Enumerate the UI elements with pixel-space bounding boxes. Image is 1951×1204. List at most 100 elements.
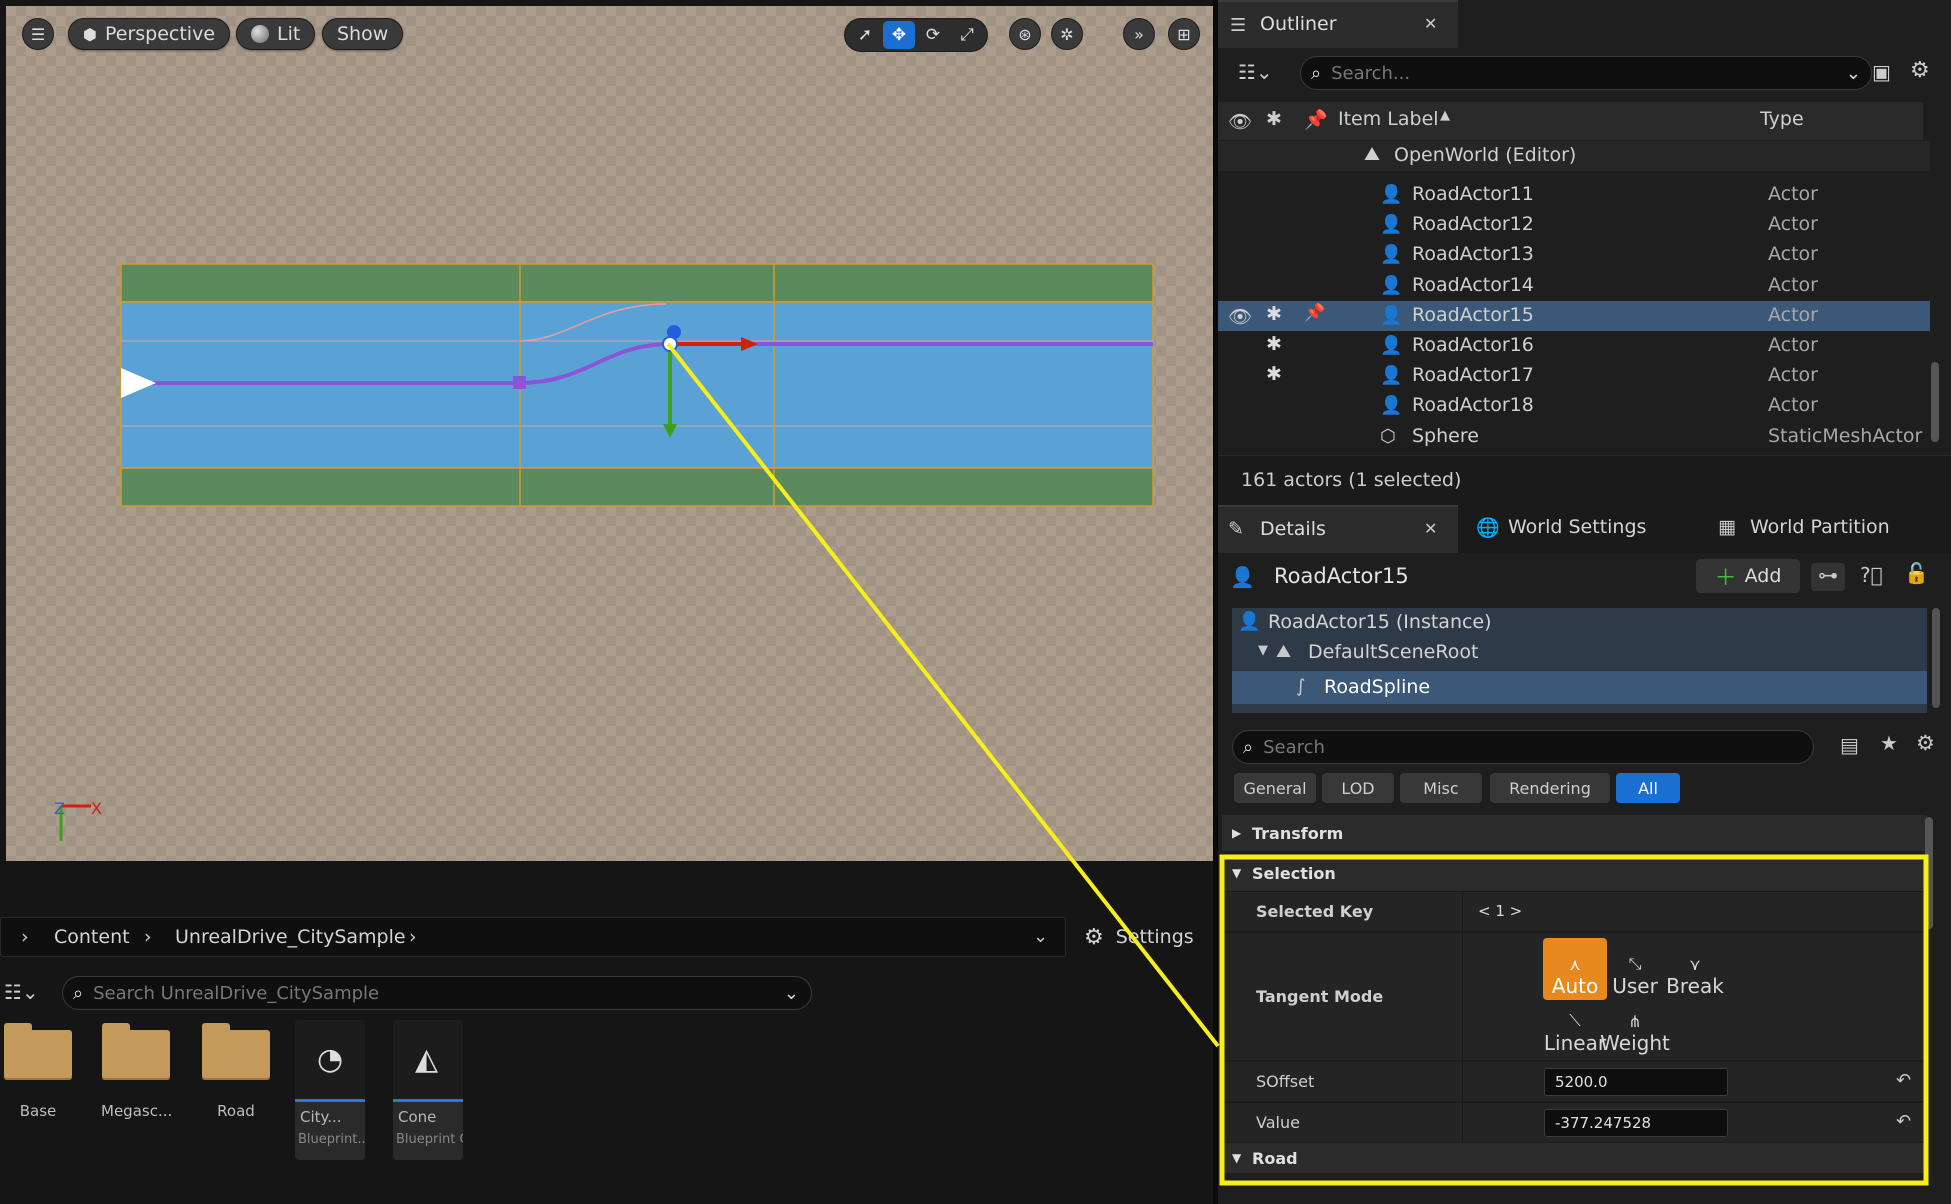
chevron-down-icon[interactable]: ⌄ (784, 983, 799, 1004)
category-rendering-button[interactable]: Rendering (1490, 773, 1610, 803)
star-icon[interactable]: ✱ (1266, 303, 1282, 325)
details-scrollbar[interactable] (1925, 817, 1933, 929)
scale-tool-icon[interactable]: ⤢ (951, 21, 983, 49)
outliner-search-input[interactable]: ⌕ Search... ⌄ (1300, 56, 1872, 90)
tree-collapse-icon[interactable]: ▼ (1258, 643, 1268, 658)
folder-item[interactable]: Base (3, 1020, 73, 1120)
tangent-user-button[interactable]: ⤡ User (1603, 938, 1667, 1000)
panel-splitter[interactable] (1213, 0, 1218, 1204)
snap-settings-button[interactable]: ✲ (1051, 18, 1083, 50)
selection-section-header[interactable]: ▼ Selection (1222, 855, 1927, 891)
visibility-column-icon[interactable]: 👁 (1228, 110, 1252, 133)
tangent-weight-button[interactable]: ⋔ Weight (1600, 995, 1670, 1057)
component-tree-scrollbar[interactable] (1932, 608, 1940, 708)
road-section-header[interactable]: ▼ Road (1222, 1143, 1927, 1173)
outliner-row[interactable]: 👤 RoadActor14 Actor (1218, 271, 1930, 301)
tangent-auto-button[interactable]: ⋏ Auto (1543, 938, 1607, 1000)
rotate-tool-icon[interactable]: ⟳ (917, 21, 949, 49)
table-view-icon[interactable]: ▤ (1840, 733, 1859, 757)
more-options-button[interactable]: » (1123, 18, 1155, 50)
road-scene[interactable]: Z X (6, 6, 1213, 861)
filter-icon[interactable]: ☷⌄ (1238, 60, 1273, 84)
soffset-input[interactable]: 5200.0 (1544, 1068, 1728, 1096)
close-icon[interactable]: ✕ (1424, 519, 1437, 538)
outliner-tab[interactable]: ☰ Outliner ✕ (1218, 0, 1458, 48)
outliner-row[interactable]: 👤 RoadActor11 Actor (1218, 180, 1930, 210)
category-misc-button[interactable]: Misc (1400, 773, 1482, 803)
add-component-button[interactable]: ＋ Add (1696, 559, 1800, 593)
tab-details[interactable]: ✎ Details ✕ (1218, 505, 1458, 553)
select-tool-icon[interactable]: ➚ (849, 21, 881, 49)
gear-icon: ⚙ (1084, 924, 1104, 950)
value-input[interactable]: -377.247528 (1544, 1109, 1728, 1137)
component-instance[interactable]: 👤 RoadActor15 (Instance) (1232, 608, 1927, 638)
close-icon[interactable]: ✕ (1424, 14, 1437, 33)
type-column[interactable]: Type (1760, 108, 1804, 130)
world-row[interactable]: ⛰ OpenWorld (Editor) (1218, 141, 1930, 171)
help-icon[interactable]: ?⃝ (1860, 563, 1883, 587)
folder-item[interactable]: Megasc... (101, 1020, 172, 1120)
visibility-icon[interactable]: 👁 (1228, 305, 1252, 328)
star-icon[interactable]: ✱ (1266, 333, 1282, 355)
outliner-row[interactable]: 👁 📌 ✱ 👤 RoadActor15 Actor (1218, 300, 1930, 331)
show-button[interactable]: Show (322, 18, 404, 50)
level-viewport[interactable]: Z X ☰ ⬢ Perspective Lit Show ➚ ✥ ⟳ ⤢ ⊛ ✲ (6, 6, 1213, 861)
content-search-input[interactable]: ⌕ Search UnrealDrive_CitySample ⌄ (62, 976, 812, 1010)
category-general-button[interactable]: General (1234, 773, 1316, 803)
asset-tile[interactable]: ◭ Cone Blueprint C... (393, 1020, 463, 1160)
pin-icon[interactable]: 📌 (1304, 303, 1325, 323)
outliner-row[interactable]: ✱ 👤 RoadActor16 Actor (1218, 331, 1930, 361)
perspective-button[interactable]: ⬢ Perspective (68, 18, 231, 50)
settings-button[interactable]: ⚙ Settings (1084, 917, 1208, 957)
outliner-status-bar: 161 actors (1 selected) (1218, 455, 1951, 505)
asset-tile[interactable]: ◔ City... Blueprint... (295, 1020, 365, 1160)
reset-icon[interactable]: ↶ (1896, 1111, 1911, 1132)
breadcrumb-content[interactable]: Content (54, 926, 130, 948)
outliner-scrollbar[interactable] (1931, 362, 1939, 442)
tangent-auto-icon: ⋏ (1569, 955, 1581, 974)
outliner-row[interactable]: 👤 RoadActor13 Actor (1218, 240, 1930, 270)
favorites-star-icon[interactable]: ★ (1880, 731, 1898, 755)
component-road-spline[interactable]: ∫ RoadSpline (1232, 671, 1927, 704)
star-column-icon[interactable]: ✱ (1266, 108, 1282, 130)
reset-icon[interactable]: ↶ (1896, 1070, 1911, 1091)
axis-z-label: Z (54, 799, 65, 818)
details-tab-label: Details (1260, 518, 1326, 540)
blueprint-icon[interactable]: ⊶ (1811, 563, 1845, 591)
component-default-scene-root[interactable]: ▼ ⛰ DefaultSceneRoot (1232, 638, 1927, 668)
selected-key-value[interactable]: < 1 > (1478, 902, 1522, 920)
chevron-down-icon[interactable]: ⌄ (1033, 926, 1048, 947)
details-search-input[interactable]: ⌕ Search (1232, 730, 1814, 764)
outliner-row[interactable]: 👤 RoadActor12 Actor (1218, 210, 1930, 240)
property-divider (1462, 892, 1463, 932)
category-lod-button[interactable]: LOD (1322, 773, 1394, 803)
gear-icon[interactable]: ⚙ (1916, 731, 1935, 755)
layout-button[interactable]: ⊞ (1168, 18, 1200, 50)
world-local-toggle[interactable]: ⊛ (1009, 18, 1041, 50)
category-all-button[interactable]: All (1616, 773, 1680, 803)
outliner-row[interactable]: ✱ 👤 RoadActor17 Actor (1218, 361, 1930, 391)
translate-tool-icon[interactable]: ✥ (883, 21, 915, 49)
tab-world-partition[interactable]: ▦ World Partition (1708, 505, 1938, 553)
lit-button[interactable]: Lit (236, 18, 316, 50)
lock-icon[interactable]: 🔓 (1904, 561, 1929, 585)
tangent-break-button[interactable]: ⋎ Break (1663, 938, 1727, 1000)
breadcrumb-separator-icon: › (144, 926, 152, 948)
tab-world-settings[interactable]: 🌐 World Settings (1468, 505, 1688, 553)
star-icon[interactable]: ✱ (1266, 363, 1282, 385)
viewport-menu-button[interactable]: ☰ (22, 18, 54, 50)
filter-icon[interactable]: ☷⌄ (4, 980, 39, 1004)
item-label-column[interactable]: Item Label (1338, 108, 1439, 130)
outliner-row[interactable]: ⬡ Sphere StaticMeshActor (1218, 422, 1930, 452)
folder-item[interactable]: Road (201, 1020, 271, 1120)
chevron-down-icon[interactable]: ⌄ (1846, 63, 1861, 84)
tangent-linear-button[interactable]: ⟍ Linear (1543, 995, 1607, 1057)
add-folder-icon[interactable]: ▣ (1872, 60, 1891, 84)
outliner-panel: ☰ Outliner ✕ ☷⌄ ⌕ Search... ⌄ ▣ ⚙ 👁 ✱ 📌 … (1218, 0, 1951, 505)
transform-section-header[interactable]: ▶ Transform (1222, 815, 1927, 851)
breadcrumb-separator-icon: › (409, 926, 417, 948)
pin-column-icon[interactable]: 📌 (1304, 108, 1328, 131)
breadcrumb-unrealdrive[interactable]: UnrealDrive_CitySample (175, 926, 406, 948)
outliner-row[interactable]: 👤 RoadActor18 Actor (1218, 391, 1930, 421)
gear-icon[interactable]: ⚙ (1910, 58, 1930, 83)
